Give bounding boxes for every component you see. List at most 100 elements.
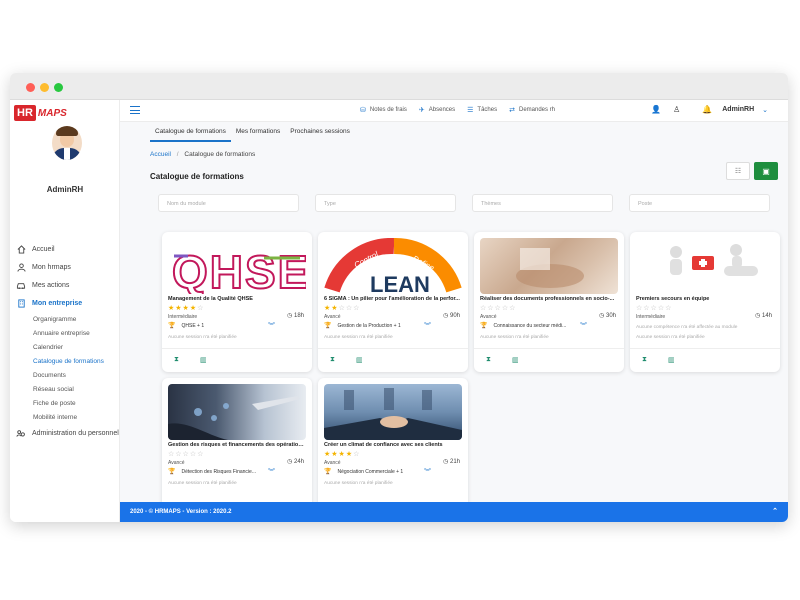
course-title: Réaliser des documents professionnels en… [480, 296, 615, 302]
course-duration: ◷ 30h [599, 312, 616, 319]
course-level: Intermédiaire [168, 314, 198, 320]
filters-bar: Nom du module Type Thèmes Poste [158, 194, 770, 212]
chevron-down-icon[interactable]: ⌄ [762, 106, 768, 114]
sidebar-item-mes-actions[interactable]: Mes actions [16, 276, 120, 294]
breadcrumb-home[interactable]: Accueil [150, 151, 171, 158]
user-icon[interactable]: 👤 [651, 105, 661, 114]
user-icon [16, 262, 26, 272]
subnav-organigramme[interactable]: Organigramme [33, 312, 120, 326]
filter-themes[interactable]: Thèmes [472, 194, 613, 212]
sidebar-item-administration[interactable]: Administration du personnel [16, 424, 120, 442]
chevron-double-down-icon[interactable]: ︾ [580, 321, 587, 331]
chevron-double-down-icon[interactable]: ︾ [268, 321, 275, 331]
duration-value: 24h [293, 459, 304, 465]
course-card[interactable]: QHSE Management de la Qualité QHSE ★★★★☆… [162, 232, 312, 372]
user-tie-icon[interactable]: ♙ [673, 105, 680, 114]
session-note: Aucune session n'a été planifiée [636, 335, 705, 340]
wallet-icon: ⛁ [360, 107, 366, 114]
clock-icon: ◷ [287, 459, 293, 465]
breadcrumb-current: Catalogue de formations [184, 151, 256, 158]
page-title: Catalogue de formations [150, 172, 244, 181]
course-card[interactable]: Réaliser des documents professionnels en… [474, 232, 624, 372]
course-card[interactable]: Créer un climat de confiance avec ses cl… [318, 378, 468, 518]
course-level: Intermédiaire [636, 314, 666, 320]
users-cog-icon [16, 428, 26, 438]
menu-icon[interactable] [130, 106, 140, 114]
subnav-fiche-de-poste[interactable]: Fiche de poste [33, 396, 120, 410]
chevron-double-down-icon[interactable]: ︾ [424, 321, 431, 331]
chevron-up-icon[interactable]: ⌃ [772, 507, 778, 515]
book-icon[interactable]: ▥ [356, 356, 363, 364]
tab-prochaines-sessions[interactable]: Prochaines sessions [285, 124, 355, 142]
sidebar-item-accueil[interactable]: Accueil [16, 240, 120, 258]
course-level: Avancé [324, 314, 341, 320]
book-icon[interactable]: ▥ [668, 356, 675, 364]
main-content: ⛁ Notes de frais ✈ Absences ☰ Tâches ⇄ Deman… [120, 100, 788, 522]
sidebar-item-mon-entreprise[interactable]: Mon entreprise [16, 294, 120, 312]
building-icon [16, 298, 26, 308]
avatar[interactable] [52, 126, 82, 160]
course-title: 6 SIGMA : Un pilier pour l'amélioration … [324, 296, 460, 302]
filter-type[interactable]: Type [315, 194, 456, 212]
course-card[interactable]: Gestion des risques et financements des … [162, 378, 312, 518]
course-card[interactable]: Premiers secours en équipe ☆☆☆☆☆ Intermé… [630, 232, 780, 372]
top-links: ⛁ Notes de frais ✈ Absences ☰ Tâches ⇄ Deman… [360, 106, 567, 114]
car-icon [16, 280, 26, 290]
maximize-window-button[interactable] [54, 83, 63, 92]
subnav-documents[interactable]: Documents [33, 368, 120, 382]
chevron-double-down-icon[interactable]: ︾ [268, 467, 275, 477]
close-window-button[interactable] [26, 83, 35, 92]
tab-catalogue[interactable]: Catalogue de formations [150, 124, 231, 142]
rating-stars: ☆☆☆☆☆ [168, 451, 205, 458]
app-window: HR MAPS AdminRH Accueil Mon hrmaps Mes a… [10, 73, 788, 522]
toplink-label: Notes de frais [369, 107, 407, 113]
svg-text:QHSE: QHSE [172, 246, 306, 294]
toplink-label: Demandes rh [518, 107, 556, 113]
toplink-demandes-rh[interactable]: ⇄ Demandes rh [509, 106, 555, 114]
session-note: Aucune session n'a été planifiée [168, 335, 237, 340]
register-icon[interactable]: ⧗ [174, 356, 179, 364]
filter-poste[interactable]: Poste [629, 194, 770, 212]
subnav-catalogue[interactable]: Catalogue de formations [33, 354, 120, 368]
skill-label: QHSE + 1 [181, 322, 205, 329]
toplink-absences[interactable]: ✈ Absences [419, 106, 455, 114]
toplink-notes-de-frais[interactable]: ⛁ Notes de frais [360, 106, 407, 114]
tab-mes-formations[interactable]: Mes formations [231, 124, 285, 142]
subnav-calendrier[interactable]: Calendrier [33, 340, 120, 354]
register-icon[interactable]: ⧗ [330, 356, 335, 364]
bell-icon[interactable]: 🔔 [702, 105, 712, 114]
subnav-mobilite[interactable]: Mobilité interne [33, 410, 120, 424]
minimize-window-button[interactable] [40, 83, 49, 92]
filter-button[interactable]: ☷ [726, 162, 750, 180]
breadcrumb: Accueil / Catalogue de formations [150, 151, 255, 158]
duration-value: 90h [449, 313, 460, 319]
subnav-reseau-social[interactable]: Réseau social [33, 382, 120, 396]
session-note: Aucune session n'a été planifiée [324, 335, 393, 340]
rating-stars: ☆☆☆☆☆ [480, 305, 517, 312]
duration-value: 18h [293, 313, 304, 319]
duration-value: 21h [449, 459, 460, 465]
sidebar-item-mon-hrmaps[interactable]: Mon hrmaps [16, 258, 120, 276]
book-icon[interactable]: ▥ [200, 356, 207, 364]
session-note: Aucune session n'a été planifiée [168, 481, 237, 486]
app-logo[interactable]: HR MAPS [14, 104, 67, 122]
sidebar-subnav: Organigramme Annuaire entreprise Calendr… [16, 312, 120, 424]
clock-icon: ◷ [443, 313, 449, 319]
clock-icon: ◷ [287, 313, 293, 319]
rating-stars: ☆☆☆☆☆ [636, 305, 673, 312]
clock-icon: ◷ [755, 313, 761, 319]
admin-name[interactable]: AdminRH [722, 106, 754, 113]
register-icon[interactable]: ⧗ [486, 356, 491, 364]
course-card[interactable]: Control Define LEAN 6 SIGMA : Un pilier … [318, 232, 468, 372]
chevron-double-down-icon[interactable]: ︾ [424, 467, 431, 477]
home-icon [16, 244, 26, 254]
footer: 2020 - © HRMAPS - Version : 2020.2 ⌃ [120, 502, 788, 522]
book-icon[interactable]: ▥ [512, 356, 519, 364]
export-button[interactable]: ▣ [754, 162, 778, 180]
clock-icon: ◷ [443, 459, 449, 465]
filter-nom-du-module[interactable]: Nom du module [158, 194, 299, 212]
subnav-annuaire[interactable]: Annuaire entreprise [33, 326, 120, 340]
toplink-taches[interactable]: ☰ Tâches [467, 106, 497, 114]
toplink-label: Absences [428, 107, 456, 113]
register-icon[interactable]: ⧗ [642, 356, 647, 364]
